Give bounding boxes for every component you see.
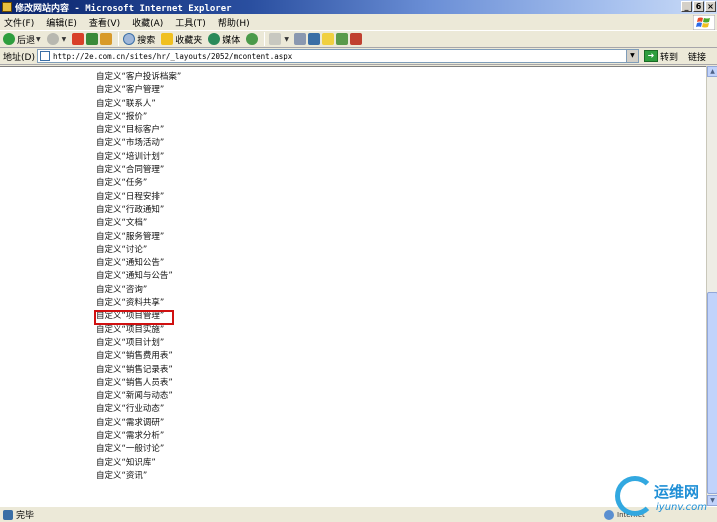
scroll-up-arrow-icon[interactable]: ▲ bbox=[707, 66, 717, 77]
media-icon bbox=[208, 33, 221, 45]
media-label: 媒体 bbox=[222, 35, 241, 46]
list-item[interactable]: 自定义“销售费用表” bbox=[96, 350, 181, 363]
messenger-icon[interactable] bbox=[335, 33, 348, 45]
go-arrow-icon: ➜ bbox=[643, 50, 658, 62]
menu-bar: 文件(F) 编辑(E) 查看(V) 收藏(A) 工具(T) 帮助(H) bbox=[0, 14, 717, 30]
mail-dropdown-icon[interactable]: ▼ bbox=[284, 36, 289, 43]
status-text: 完毕 bbox=[16, 511, 35, 521]
stop-icon[interactable] bbox=[72, 33, 85, 45]
address-label: 地址(D) bbox=[3, 52, 35, 63]
address-input[interactable]: http://2e.com.cn/sites/hr/_layouts/2052/… bbox=[36, 49, 639, 63]
list-item[interactable]: 自定义“文档” bbox=[96, 217, 181, 230]
search-icon bbox=[123, 33, 136, 45]
close-button[interactable]: × bbox=[705, 1, 716, 12]
status-bar: 完毕 Internet bbox=[0, 506, 717, 522]
watermark-title: 运维网 bbox=[654, 483, 700, 501]
list-item[interactable]: 自定义“新闻与动态” bbox=[96, 390, 181, 403]
highlight-box bbox=[94, 310, 174, 325]
list-item[interactable]: 自定义“资料共享” bbox=[96, 297, 181, 310]
list-item[interactable]: 自定义“讨论” bbox=[96, 244, 181, 257]
search-button[interactable]: 搜索 bbox=[123, 33, 155, 46]
list-item[interactable]: 自定义“销售人员表” bbox=[96, 377, 181, 390]
home-icon[interactable] bbox=[100, 33, 113, 45]
menu-tools[interactable]: 工具(T) bbox=[175, 16, 206, 29]
go-label: 转到 bbox=[659, 52, 678, 63]
list-item[interactable]: 自定义“销售记录表” bbox=[96, 364, 181, 377]
list-item[interactable]: 自定义“咨询” bbox=[96, 284, 181, 297]
media-button[interactable]: 媒体 bbox=[208, 33, 240, 46]
toolbar-separator bbox=[264, 32, 266, 46]
print-icon[interactable] bbox=[293, 33, 306, 45]
back-arrow-icon bbox=[3, 33, 15, 45]
list-item[interactable]: 自定义“培训计划” bbox=[96, 151, 181, 164]
favorites-button[interactable]: 收藏夹 bbox=[161, 33, 202, 46]
window-controls: _ 6 × bbox=[681, 1, 716, 12]
menu-favorites[interactable]: 收藏(A) bbox=[132, 16, 163, 29]
ie-page-icon bbox=[2, 2, 12, 12]
forward-arrow-icon bbox=[46, 33, 59, 45]
list-item[interactable]: 自定义“资讯” bbox=[96, 470, 181, 483]
forward-dropdown-icon[interactable]: ▼ bbox=[62, 36, 67, 43]
customize-list: 自定义“客户投诉档案” 自定义“客户管理” 自定义“联系人” 自定义“报价” 自… bbox=[96, 71, 181, 483]
search-label: 搜索 bbox=[137, 35, 156, 46]
mail-icon[interactable] bbox=[269, 33, 282, 45]
star-icon bbox=[161, 33, 174, 45]
go-button[interactable]: ➜ 转到 bbox=[643, 50, 678, 63]
vertical-scrollbar[interactable]: ▲ ▼ bbox=[706, 66, 717, 506]
window-title: 修改网站内容 - Microsoft Internet Explorer bbox=[15, 3, 232, 14]
list-item[interactable]: 自定义“合同管理” bbox=[96, 164, 181, 177]
list-item[interactable]: 自定义“知识库” bbox=[96, 457, 181, 470]
windows-logo-icon bbox=[693, 15, 715, 30]
back-dropdown-icon[interactable]: ▼ bbox=[36, 36, 41, 43]
toolbar-separator bbox=[118, 32, 120, 46]
favorites-label: 收藏夹 bbox=[175, 35, 203, 46]
list-item[interactable]: 自定义“行业动态” bbox=[96, 403, 181, 416]
list-item[interactable]: 自定义“一般讨论” bbox=[96, 443, 181, 456]
page-content: 自定义“客户投诉档案” 自定义“客户管理” 自定义“联系人” 自定义“报价” 自… bbox=[0, 66, 706, 506]
list-item[interactable]: 自定义“需求调研” bbox=[96, 417, 181, 430]
list-item[interactable]: 自定义“项目计划” bbox=[96, 337, 181, 350]
address-bar: 地址(D) http://2e.com.cn/sites/hr/_layouts… bbox=[0, 48, 717, 65]
list-item[interactable]: 自定义“任务” bbox=[96, 177, 181, 190]
list-item[interactable]: 自定义“通知与公告” bbox=[96, 270, 181, 283]
standard-toolbar: 后退 ▼ ▼ 搜索 收藏夹 媒体 ▼ bbox=[0, 30, 717, 48]
list-item[interactable]: 自定义“需求分析” bbox=[96, 430, 181, 443]
discuss-icon[interactable] bbox=[321, 33, 334, 45]
list-item[interactable]: 自定义“项目实施” bbox=[96, 324, 181, 337]
address-dropdown-icon[interactable]: ▼ bbox=[625, 50, 638, 62]
address-url[interactable]: http://2e.com.cn/sites/hr/_layouts/2052/… bbox=[53, 52, 292, 61]
list-item[interactable]: 自定义“市场活动” bbox=[96, 137, 181, 150]
list-item[interactable]: 自定义“客户投诉档案” bbox=[96, 71, 181, 84]
list-item[interactable]: 自定义“客户管理” bbox=[96, 84, 181, 97]
edit-icon[interactable] bbox=[307, 33, 320, 45]
title-bar: 修改网站内容 - Microsoft Internet Explorer _ 6… bbox=[0, 0, 717, 14]
links-button[interactable]: 链接 bbox=[688, 50, 706, 63]
list-item[interactable]: 自定义“目标客户” bbox=[96, 124, 181, 137]
menu-view[interactable]: 查看(V) bbox=[89, 16, 120, 29]
watermark-logo-icon bbox=[615, 476, 655, 516]
watermark: 运维网 iyunv.com bbox=[613, 474, 717, 522]
done-page-icon bbox=[3, 509, 13, 520]
menu-help[interactable]: 帮助(H) bbox=[218, 16, 250, 29]
minimize-button[interactable]: _ bbox=[681, 1, 692, 12]
back-label: 后退 bbox=[17, 35, 36, 46]
list-item[interactable]: 自定义“日程安排” bbox=[96, 191, 181, 204]
refresh-icon[interactable] bbox=[86, 33, 99, 45]
watermark-domain: iyunv.com bbox=[656, 502, 708, 513]
page-icon bbox=[39, 51, 50, 61]
list-item[interactable]: 自定义“报价” bbox=[96, 111, 181, 124]
menu-file[interactable]: 文件(F) bbox=[4, 16, 34, 29]
list-item[interactable]: 自定义“通知公告” bbox=[96, 257, 181, 270]
back-button[interactable]: 后退 ▼ bbox=[3, 33, 41, 46]
list-item[interactable]: 自定义“服务管理” bbox=[96, 231, 181, 244]
forward-button[interactable]: ▼ bbox=[46, 33, 67, 45]
list-item[interactable]: 自定义“行政通知” bbox=[96, 204, 181, 217]
history-icon[interactable] bbox=[246, 33, 259, 45]
menu-edit[interactable]: 编辑(E) bbox=[46, 16, 77, 29]
research-icon[interactable] bbox=[349, 33, 362, 45]
restore-button[interactable]: 6 bbox=[693, 1, 704, 12]
scrollbar-thumb[interactable] bbox=[707, 292, 717, 494]
list-item[interactable]: 自定义“联系人” bbox=[96, 98, 181, 111]
